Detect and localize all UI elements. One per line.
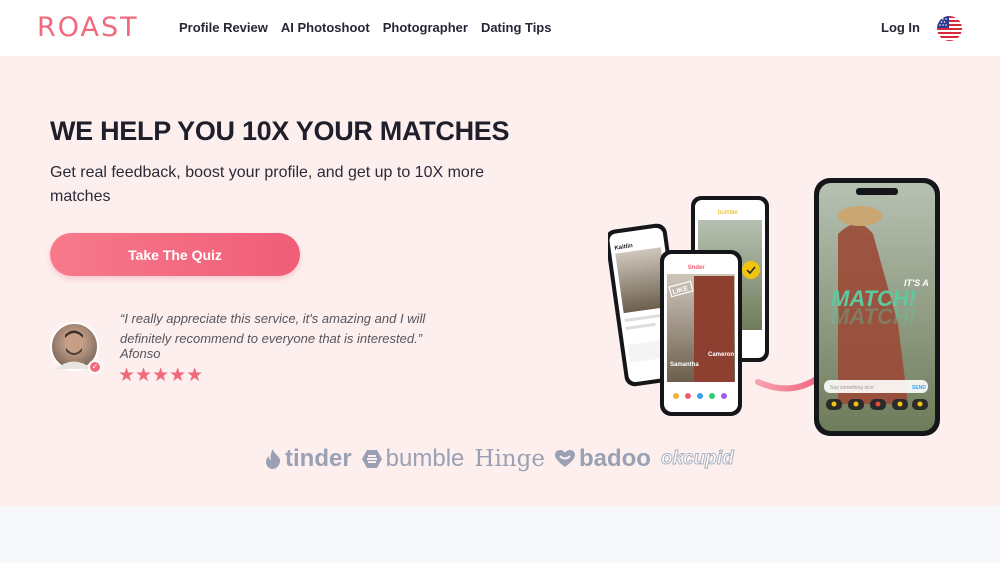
okcupid-logo: okcupid	[660, 448, 734, 470]
svg-text:MATCH!: MATCH!	[831, 304, 916, 329]
login-link[interactable]: Log In	[881, 20, 920, 35]
next-section	[0, 506, 1000, 563]
card-name-cameron: Cameron	[708, 352, 734, 358]
bumble-logo: bumble	[361, 445, 465, 473]
tinder-wordmark: tinder	[285, 445, 352, 472]
badoo-logo: badoo	[554, 445, 651, 473]
card-name-samantha: Samantha	[670, 362, 699, 368]
hero-headline: WE HELP YOU 10X YOUR MATCHES	[50, 116, 510, 146]
take-quiz-button[interactable]: Take The Quiz	[50, 233, 300, 276]
tinder-logo: tinder	[265, 445, 352, 473]
hinge-logo: Hinge	[474, 446, 545, 472]
hero-subline: Get real feedback, boost your profile, a…	[50, 164, 485, 205]
hexagon-icon	[361, 450, 382, 468]
flame-icon	[266, 449, 281, 469]
badoo-wordmark: badoo	[578, 445, 651, 472]
testimonial-quote: “I really appreciate this service, it's …	[120, 311, 426, 346]
send-label: SEND	[912, 385, 926, 391]
nav-ai-photoshoot[interactable]: AI Photoshoot	[281, 20, 370, 35]
message-placeholder: Say something nice	[830, 385, 874, 391]
okcupid-wordmark: okcupid	[660, 448, 734, 470]
main-nav: Profile Review AI Photoshoot Photographe…	[179, 20, 551, 35]
rating-stars: ★★★★★	[118, 365, 204, 386]
roast-logo[interactable]: ROAST	[37, 12, 139, 43]
nav-dating-tips[interactable]: Dating Tips	[481, 20, 552, 35]
phone2-header: bumble	[718, 210, 738, 216]
dating-apps-logos: tinder bumble Hinge badoo okcupid	[265, 445, 734, 473]
site-header: ROAST Profile Review AI Photoshoot Photo…	[0, 0, 1000, 56]
phone3-header: tinder	[688, 265, 705, 271]
nav-photographer[interactable]: Photographer	[383, 20, 468, 35]
hinge-wordmark: Hinge	[474, 446, 545, 472]
phones-illustration: Kaitlin bumble tinder LIKE Samantha Came…	[605, 174, 948, 439]
heart-icon	[554, 450, 575, 467]
us-flag-icon[interactable]	[937, 16, 962, 41]
testimonial-author: Afonso	[120, 346, 161, 361]
verified-badge-icon: ✓	[88, 360, 102, 374]
hero-section: WE HELP YOU 10X YOUR MATCHES Get real fe…	[0, 56, 1000, 506]
nav-profile-review[interactable]: Profile Review	[179, 20, 268, 35]
bumble-wordmark: bumble	[385, 445, 465, 472]
